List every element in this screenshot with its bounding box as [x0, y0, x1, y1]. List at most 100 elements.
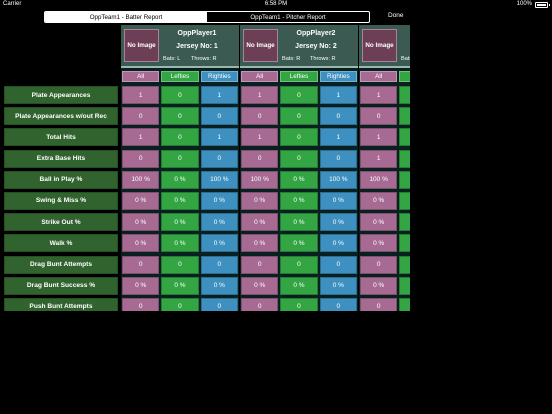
stat-cell-lefties: 0: [280, 128, 318, 147]
filter-lefties-button[interactable]: Le: [399, 71, 410, 82]
stat-cell-all: 1: [122, 86, 160, 104]
stat-cell-all: 0 %: [241, 213, 279, 232]
stat-cell-all: 100 %: [241, 170, 279, 189]
stat-row: 00: [360, 255, 410, 274]
stat-row: 0 %0: [360, 234, 410, 253]
bats-hand: Bats: [401, 56, 410, 62]
stat-cell-all: 100 %: [360, 170, 398, 189]
stat-label: Extra Base Hits: [4, 149, 118, 168]
stat-row: 101: [241, 86, 357, 104]
stat-cell-all: 0 %: [122, 191, 160, 210]
stat-row: 000: [122, 255, 238, 274]
filter-all-button[interactable]: All: [122, 71, 160, 82]
stat-row: 10: [360, 149, 410, 168]
player-photo-placeholder: No Image: [243, 29, 278, 62]
stat-cell-lefties: 0: [161, 128, 199, 147]
filter-righties-button[interactable]: Righties: [319, 71, 357, 82]
stat-row: 101: [241, 128, 357, 147]
stat-label: Ball in Play %: [4, 170, 118, 189]
stat-cell-all: 0: [360, 297, 398, 311]
status-bar: Carrier 6:58 PM 100%: [0, 0, 552, 9]
stat-cell-lefties: 0: [280, 149, 318, 168]
player-photo-placeholder: No Image: [362, 29, 397, 62]
stat-row: 000: [241, 107, 357, 126]
filter-lefties-button[interactable]: Lefties: [280, 71, 318, 82]
stat-cell-all: 0 %: [360, 213, 398, 232]
stat-cell-lefties: 0: [161, 255, 199, 274]
stat-cell-lefties: 0 %: [161, 234, 199, 253]
bats-hand: Bats: L: [163, 56, 181, 62]
stat-cell-all: 0: [241, 297, 279, 311]
stat-cell-all: 1: [360, 86, 398, 104]
player-header: No Image OppPlayer1 Jersey No: 1 Bats: L Thr…: [121, 25, 239, 68]
player-column: No Image OppPlayer1 Jersey No: 1 Bats: L Thr…: [121, 25, 239, 311]
stat-cell-lefties: 0 %: [280, 170, 318, 189]
hand-filter-row: All Lefties Righties: [241, 71, 357, 82]
stat-cell-righties: 0: [200, 297, 238, 311]
clock: 6:58 PM: [264, 1, 288, 7]
stat-cell-lefties: 0: [280, 86, 318, 104]
stat-cell-righties: 0 %: [200, 276, 238, 295]
filter-all-button[interactable]: All: [241, 71, 279, 82]
stat-row: 10: [360, 86, 410, 104]
stat-cell-righties: 0 %: [200, 213, 238, 232]
player-name: OppPlayer1: [177, 30, 217, 37]
stat-cell-lefties: 0: [399, 276, 410, 295]
stat-label: Swing & Miss %: [4, 191, 118, 210]
stat-cell-righties: 1: [319, 86, 357, 104]
stat-row: 0 % 0 % 0 %: [241, 276, 357, 295]
stat-cell-righties: 0: [319, 255, 357, 274]
stat-cell-lefties: 0: [161, 107, 199, 126]
stat-cell-righties: 0: [319, 297, 357, 311]
bats-hand: Bats: R: [282, 56, 301, 62]
player-stats: 10001010100 %00 %00 %00 %0000 %000: [360, 86, 410, 311]
batter-report-grid[interactable]: Plate Appearances Plate Appearances w/out…: [0, 25, 410, 311]
stat-label: Total Hits: [4, 128, 118, 147]
stat-cell-lefties: 0 %: [161, 276, 199, 295]
filter-righties-button[interactable]: Righties: [200, 71, 238, 82]
nav-bar: OppTeam1 - Batter Report OppTeam1 - Pitc…: [0, 9, 552, 25]
stat-cell-lefties: 0: [399, 107, 410, 126]
stat-cell-lefties: 0: [399, 86, 410, 104]
battery-percent: 100%: [516, 1, 532, 7]
stat-cell-righties: 1: [200, 128, 238, 147]
stat-cell-lefties: 0 %: [280, 213, 318, 232]
stat-cell-lefties: 0: [399, 255, 410, 274]
stat-label: Push Bunt Attempts: [4, 297, 118, 311]
filter-all-button[interactable]: All: [360, 71, 398, 82]
stat-cell-all: 0 %: [122, 234, 160, 253]
stat-cell-lefties: 0: [399, 191, 410, 210]
stat-cell-righties: 0 %: [200, 191, 238, 210]
stat-cell-lefties: 0: [161, 86, 199, 104]
stat-row: 0 % 0 % 0 %: [122, 276, 238, 295]
stat-row: 0 %0: [360, 191, 410, 210]
stat-cell-all: 0: [122, 149, 160, 168]
done-button[interactable]: Done: [388, 12, 404, 19]
stat-row: 100 % 0 % 100 %: [122, 170, 238, 189]
stat-label: Drag Bunt Attempts: [4, 255, 118, 274]
stat-cell-righties: 1: [200, 86, 238, 104]
stat-cell-righties: 100 %: [200, 170, 238, 189]
filter-lefties-button[interactable]: Lefties: [161, 71, 199, 82]
stat-cell-all: 1: [360, 128, 398, 147]
stat-cell-lefties: 0 %: [161, 213, 199, 232]
stat-cell-lefties: 0: [280, 107, 318, 126]
jersey-number: Jersey No: 2: [295, 43, 337, 50]
tab-batter-report[interactable]: OppTeam1 - Batter Report: [45, 12, 207, 22]
stat-cell-righties: 0 %: [319, 191, 357, 210]
throws-hand: Throws: R: [191, 56, 217, 62]
stat-cell-all: 0 %: [360, 276, 398, 295]
stat-cell-lefties: 0: [399, 170, 410, 189]
stat-row: 00: [360, 297, 410, 311]
stat-row: 100 %0: [360, 170, 410, 189]
stat-cell-lefties: 0 %: [280, 276, 318, 295]
stat-cell-all: 0 %: [241, 276, 279, 295]
player-stats: 1 0 1 0 0 0 1 0 1 0 0 0 100 % 0 % 100 % 0 % 0 % 0 % 0 % 0 %…: [122, 86, 238, 311]
stat-cell-lefties: 0 %: [161, 191, 199, 210]
stat-cell-lefties: 0: [161, 149, 199, 168]
player-photo-placeholder: No Image: [124, 29, 159, 62]
stat-row: 101: [122, 86, 238, 104]
stat-row: 000: [122, 297, 238, 311]
tab-pitcher-report[interactable]: OppTeam1 - Pitcher Report: [207, 12, 369, 22]
stat-cell-lefties: 0: [161, 297, 199, 311]
